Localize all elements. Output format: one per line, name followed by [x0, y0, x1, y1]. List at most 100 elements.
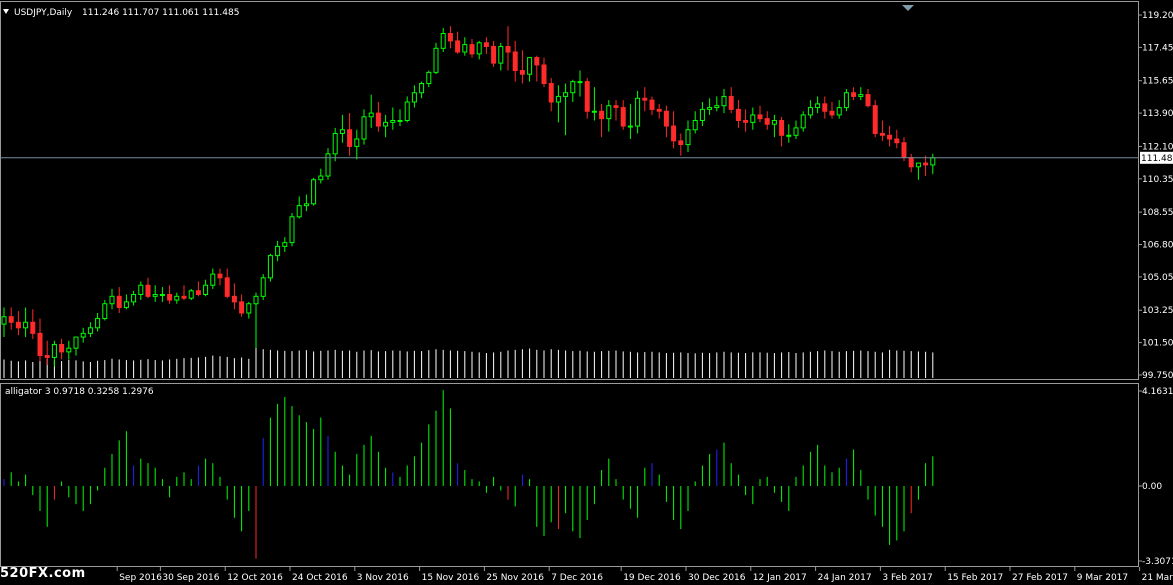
candle	[8, 307, 14, 330]
candle	[599, 103, 605, 138]
indicator-histogram	[3, 390, 934, 559]
candle	[476, 40, 482, 60]
candle	[627, 103, 633, 140]
candle	[203, 279, 209, 297]
candle	[908, 153, 914, 173]
candle	[289, 213, 295, 247]
candle	[764, 111, 770, 130]
candle	[815, 96, 821, 114]
candle	[109, 288, 115, 310]
ohlc-values: 111.246 111.707 111.061 111.485	[82, 8, 239, 18]
candle	[548, 77, 554, 112]
candle	[462, 37, 468, 56]
candle	[66, 340, 72, 360]
candle	[692, 111, 698, 134]
candle	[534, 55, 540, 82]
indicator-tick-label: 4.1631	[1142, 387, 1173, 397]
symbol-timeframe: USDJPY,Daily	[14, 8, 73, 18]
candle	[138, 281, 144, 301]
candle	[267, 253, 273, 282]
symbol-dropdown-icon[interactable]	[3, 9, 9, 14]
candle	[440, 27, 446, 53]
candle	[253, 292, 259, 349]
time-tick-label: 24 Oct 2016	[292, 573, 348, 583]
price-tick-label: 113.90	[1142, 109, 1173, 119]
candle	[807, 100, 813, 119]
candle	[635, 90, 641, 134]
candle	[447, 26, 453, 49]
candle	[822, 96, 828, 119]
candle	[167, 285, 173, 304]
candle	[779, 116, 785, 147]
current-price-label: 111.485	[1141, 154, 1173, 164]
time-tick-label: Sep 2016	[119, 573, 162, 583]
candle	[217, 268, 223, 286]
candle	[851, 87, 857, 101]
candle	[455, 31, 461, 54]
chart-frame	[0, 1, 1139, 567]
candle	[433, 42, 439, 75]
candle	[181, 285, 187, 301]
price-tick-label: 112.10	[1142, 142, 1173, 152]
candle	[145, 277, 151, 299]
chart-shift-marker-icon[interactable]	[902, 5, 914, 11]
candle	[714, 96, 720, 112]
time-tick-label: 30 Sep 2016	[162, 573, 219, 583]
price-tick-label: 108.550	[1142, 208, 1173, 218]
candle	[73, 336, 79, 356]
candle	[51, 340, 57, 367]
candle	[577, 70, 583, 97]
candle	[663, 105, 669, 138]
candle	[743, 109, 749, 132]
candle	[872, 100, 878, 138]
candle	[584, 77, 590, 119]
candle	[836, 100, 842, 119]
candle	[879, 120, 885, 141]
price-tick-label: 110.35	[1142, 175, 1173, 185]
chart-canvas: 119.20 117.450 115.65 113.90 112.10 110.35 108…	[0, 1, 1173, 583]
time-tick-label: 12 Jan 2017	[753, 573, 807, 583]
candle	[757, 105, 763, 123]
candle	[570, 79, 576, 102]
candle	[498, 42, 504, 71]
candle	[361, 109, 367, 145]
candle	[311, 177, 317, 206]
candle	[102, 300, 108, 321]
candle	[368, 94, 374, 128]
candle	[332, 127, 338, 162]
time-tick-label: 21 Mar 2017	[1142, 573, 1173, 583]
candle	[930, 153, 936, 175]
candle	[858, 87, 864, 101]
candle	[152, 285, 158, 302]
indicator-tick-label: -3.3071	[1142, 557, 1173, 567]
candle	[411, 85, 417, 108]
candle	[829, 101, 835, 119]
price-tick-label: 119.20	[1142, 11, 1173, 21]
candle	[260, 274, 266, 301]
price-tick-label: 103.25	[1142, 306, 1173, 316]
candle	[887, 126, 893, 147]
candle	[37, 318, 43, 362]
candle	[613, 100, 619, 121]
candle	[771, 114, 777, 138]
time-axis: Sep 2016 30 Sep 2016 12 Oct 2016 24 Oct 201…	[116, 567, 1173, 583]
candle	[390, 107, 396, 130]
price-axis: 119.20 117.450 115.65 113.90 112.10 110.35 108…	[1138, 11, 1173, 381]
candle	[793, 120, 799, 140]
candle	[404, 96, 410, 123]
candle	[642, 87, 648, 112]
candle	[800, 111, 806, 132]
candle	[174, 292, 180, 304]
candle	[699, 101, 705, 127]
candle	[159, 287, 165, 302]
candle	[894, 129, 900, 149]
candle	[606, 100, 612, 132]
candle	[303, 194, 309, 212]
time-tick-label: 19 Dec 2016	[623, 573, 681, 583]
candle	[347, 113, 353, 156]
candle	[685, 120, 691, 152]
time-tick-label: 3 Nov 2016	[357, 573, 409, 583]
candle	[512, 40, 518, 82]
candle	[383, 114, 389, 138]
time-tick-label: 27 Feb 2017	[1012, 573, 1068, 583]
